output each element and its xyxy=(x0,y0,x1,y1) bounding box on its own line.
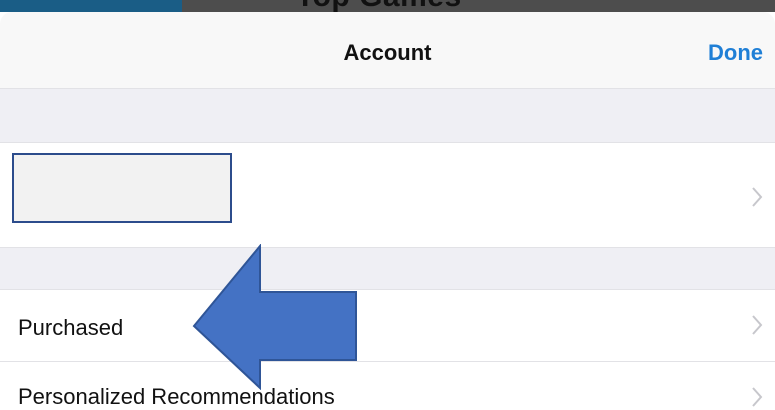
background-title: Top Games xyxy=(296,0,462,12)
section-spacer xyxy=(0,247,775,290)
account-sheet: Account Done Purchased Personalized Reco… xyxy=(0,12,775,410)
background-app-strip: Top Games xyxy=(0,0,775,12)
chevron-right-icon xyxy=(751,314,763,336)
personalized-recommendations-row[interactable]: Personalized Recommendations xyxy=(0,362,775,410)
left-arrow-annotation-icon xyxy=(192,243,360,391)
page-title: Account xyxy=(343,40,432,65)
done-button[interactable]: Done xyxy=(708,40,763,66)
navigation-bar: Account Done xyxy=(0,12,775,88)
section-spacer xyxy=(0,88,775,143)
account-profile-row[interactable] xyxy=(0,143,775,247)
background-header-segment xyxy=(182,0,775,12)
purchased-row[interactable]: Purchased xyxy=(0,290,775,362)
redacted-account-info xyxy=(12,153,232,223)
purchased-label: Purchased xyxy=(18,315,124,340)
background-tab-segment xyxy=(0,0,182,12)
chevron-right-icon xyxy=(751,186,763,208)
chevron-right-icon xyxy=(751,386,763,408)
